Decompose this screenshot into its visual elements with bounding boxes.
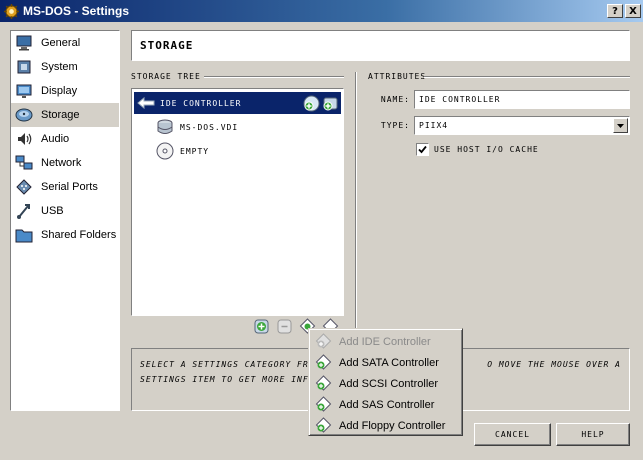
sidebar-item-label: Audio <box>41 133 70 145</box>
checkbox-label: USE HOST I/O CACHE <box>434 145 539 154</box>
controller-icon <box>137 96 155 110</box>
type-label: TYPE: <box>380 121 410 130</box>
attributes-label: ATTRIBUTES <box>368 72 427 81</box>
menu-item-add-sas-controller[interactable]: Add SAS Controller <box>311 394 460 415</box>
sas-controller-icon <box>315 396 332 412</box>
cd-drive-icon <box>156 142 174 160</box>
tree-item-ide-controller[interactable]: IDE CONTROLLER <box>134 92 341 114</box>
menu-item-label: Add SATA Controller <box>339 356 439 369</box>
sidebar-item-network[interactable]: Network <box>11 151 119 175</box>
disk-icon <box>15 108 33 122</box>
network-icon <box>15 155 33 170</box>
tree-item-hard-disk[interactable]: MS-DOS.VDI <box>156 116 238 138</box>
sidebar-item-label: Storage <box>41 109 80 121</box>
sidebar-item-label: Serial Ports <box>41 181 98 193</box>
sidebar-item-display[interactable]: Display <box>11 79 119 103</box>
scsi-controller-icon <box>315 375 332 391</box>
sidebar-item-label: USB <box>41 205 64 217</box>
add-controller-icon[interactable] <box>253 318 270 335</box>
speaker-icon <box>18 133 32 145</box>
settings-category-list: General System Display Storage Audio Net… <box>10 30 120 411</box>
tree-item-label: MS-DOS.VDI <box>180 122 239 132</box>
sidebar-item-storage[interactable]: Storage <box>11 103 119 127</box>
remove-controller-icon[interactable] <box>276 318 293 335</box>
display-icon <box>16 84 32 98</box>
description-line-2: SETTINGS ITEM TO GET MORE INFORMA <box>140 375 332 384</box>
menu-item-add-sata-controller[interactable]: Add SATA Controller <box>311 352 460 373</box>
menu-item-label: Add SAS Controller <box>339 398 435 411</box>
sidebar-item-label: System <box>41 61 78 73</box>
description-line-1-right: O MOVE THE MOUSE OVER A <box>487 360 621 369</box>
gear-icon <box>4 3 19 19</box>
storage-tree-label: STORAGE TREE <box>131 72 201 81</box>
sidebar-item-usb[interactable]: USB <box>11 199 119 223</box>
sata-controller-icon <box>315 354 332 370</box>
dropdown-button[interactable] <box>613 118 628 133</box>
floppy-controller-icon <box>315 417 332 433</box>
type-select[interactable]: PIIX4 <box>414 116 630 135</box>
sidebar-item-shared-folders[interactable]: Shared Folders <box>11 223 119 247</box>
menu-item-label: Add IDE Controller <box>339 335 431 348</box>
ide-controller-icon <box>315 333 332 349</box>
host-io-cache-checkbox[interactable]: USE HOST I/O CACHE <box>416 143 539 156</box>
menu-item-add-scsi-controller[interactable]: Add SCSI Controller <box>311 373 460 394</box>
sidebar-item-label: General <box>41 37 81 49</box>
chevron-down-icon <box>617 123 624 128</box>
cancel-button[interactable]: CANCEL <box>474 423 551 446</box>
group-divider <box>424 76 630 78</box>
add-controller-menu: Add IDE Controller Add SATA Controller A… <box>308 328 463 436</box>
type-value: PIIX4 <box>419 121 449 130</box>
menu-item-label: Add SCSI Controller <box>339 377 439 390</box>
usb-icon <box>17 204 30 219</box>
panel-divider <box>355 72 357 340</box>
name-input[interactable] <box>414 90 630 109</box>
check-icon <box>418 145 427 154</box>
menu-item-add-ide-controller[interactable]: Add IDE Controller <box>311 331 460 352</box>
monitor-icon <box>16 35 32 51</box>
help-button[interactable]: HELP <box>556 423 630 446</box>
add-cd-icon[interactable] <box>303 95 320 112</box>
page-title: STORAGE <box>131 30 630 61</box>
checkbox[interactable] <box>416 143 429 156</box>
controller-label: IDE CONTROLLER <box>160 98 242 108</box>
serial-port-icon <box>16 179 32 195</box>
help-title-button[interactable]: ? <box>607 4 623 18</box>
sidebar-item-label: Shared Folders <box>41 229 117 241</box>
chip-icon <box>17 60 31 74</box>
add-hard-disk-icon[interactable] <box>322 95 339 112</box>
tree-item-empty-cd[interactable]: EMPTY <box>156 140 209 162</box>
storage-tree[interactable]: IDE CONTROLLER MS-DOS.VDI EMPTY <box>131 88 344 316</box>
name-label: NAME: <box>380 95 410 104</box>
title-bar: MS-DOS - Settings ? X <box>0 0 643 22</box>
sidebar-item-label: Network <box>41 157 82 169</box>
hard-disk-icon <box>157 119 173 134</box>
sidebar-item-serial-ports[interactable]: Serial Ports <box>11 175 119 199</box>
tree-item-label: EMPTY <box>180 146 210 156</box>
close-button[interactable]: X <box>625 4 641 18</box>
description-line-1-left: SELECT A SETTINGS CATEGORY FROM T <box>140 360 332 369</box>
window-title: MS-DOS - Settings <box>23 4 130 18</box>
menu-item-add-floppy-controller[interactable]: Add Floppy Controller <box>311 415 460 436</box>
sidebar-item-audio[interactable]: Audio <box>11 127 119 151</box>
group-divider <box>204 76 344 78</box>
folder-icon <box>15 229 33 243</box>
sidebar-item-system[interactable]: System <box>11 55 119 79</box>
sidebar-item-label: Display <box>41 85 78 97</box>
sidebar-item-general[interactable]: General <box>11 31 119 55</box>
menu-item-label: Add Floppy Controller <box>339 419 446 432</box>
